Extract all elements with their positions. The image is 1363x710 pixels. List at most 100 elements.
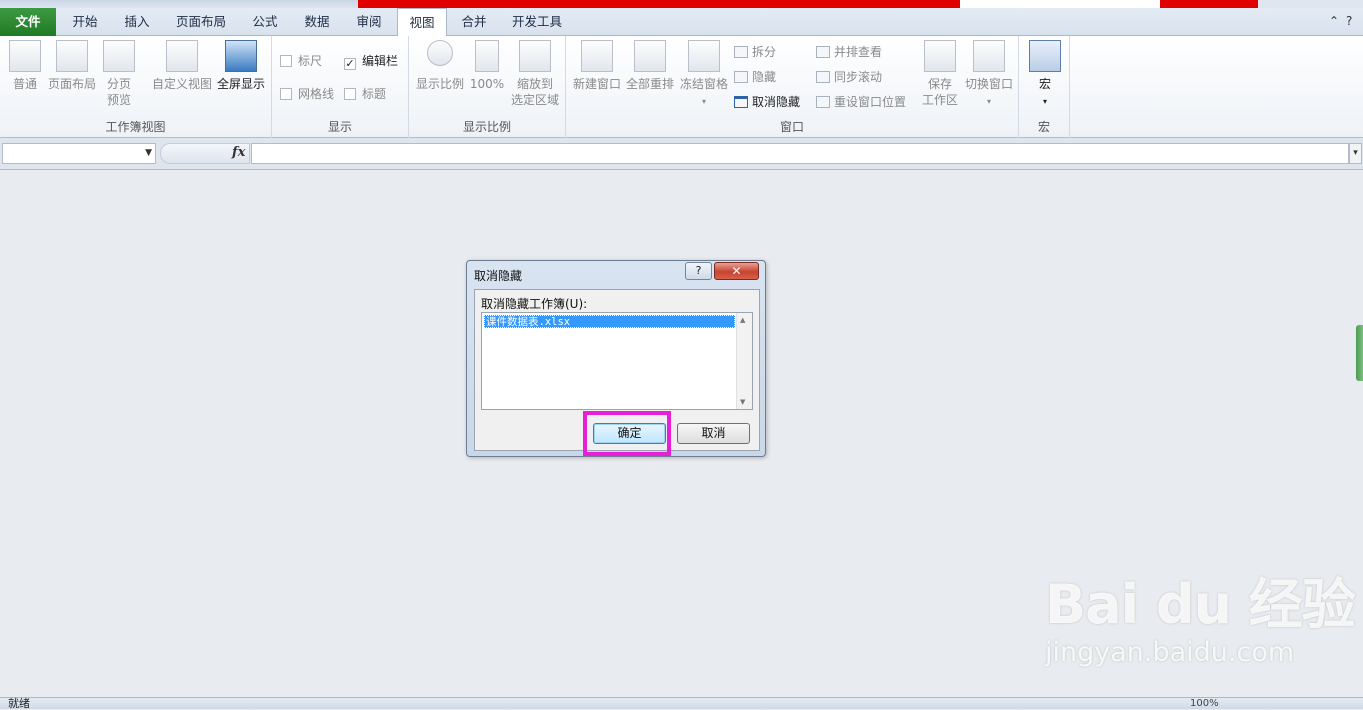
hide-button[interactable]: 隐藏 xyxy=(734,68,776,86)
chevron-down-icon: ▾ xyxy=(701,97,706,106)
reset-position-icon xyxy=(816,96,830,108)
switch-windows-button[interactable]: 切换窗口 ▾ xyxy=(962,40,1016,110)
zoom-selection-icon xyxy=(519,40,551,72)
tab-view[interactable]: 视图 xyxy=(397,8,447,37)
ruler-check-icon[interactable] xyxy=(280,55,292,67)
group-label-show: 显示 xyxy=(327,120,352,134)
grid-icon xyxy=(9,40,41,72)
split-button[interactable]: 拆分 xyxy=(734,43,776,61)
tab-merge[interactable]: 合并 xyxy=(449,8,499,36)
sync-scroll-icon xyxy=(816,71,830,83)
unhide-workbook-label: 取消隐藏工作簿(U): xyxy=(481,297,588,311)
zoom-100-button[interactable]: 100% xyxy=(469,40,505,92)
group-window: 新建窗口 全部重排 冻结窗格 ▾ 拆分 隐藏 取消隐藏 并排查看 同步滚动 重设… xyxy=(566,36,1019,138)
full-screen-button[interactable]: 全屏显示 xyxy=(214,40,268,92)
scroll-down-icon[interactable]: ▼ xyxy=(740,398,745,406)
save-workspace-icon xyxy=(924,40,956,72)
new-window-button[interactable]: 新建窗口 xyxy=(570,40,624,92)
group-label-workbook-views: 工作簿视图 xyxy=(105,120,166,134)
custom-views-icon xyxy=(166,40,198,72)
dialog-title: 取消隐藏 xyxy=(474,269,523,283)
tab-insert[interactable]: 插入 xyxy=(112,8,162,36)
group-label-window: 窗口 xyxy=(779,120,804,134)
macros-button[interactable]: 宏 ▾ xyxy=(1027,40,1063,110)
page-break-preview-button[interactable]: 分页 预览 xyxy=(100,40,138,108)
tab-data[interactable]: 数据 xyxy=(292,8,342,36)
tab-page-layout[interactable]: 页面布局 xyxy=(166,8,236,36)
page-layout-view-button[interactable]: 页面布局 xyxy=(46,40,98,92)
insert-function-icon[interactable]: fx xyxy=(232,145,245,160)
group-macros: 宏 ▾ 宏 xyxy=(1019,36,1070,138)
tab-developer[interactable]: 开发工具 xyxy=(503,8,571,36)
tab-file[interactable]: 文件 xyxy=(0,8,56,36)
ribbon-tab-row: 文件 开始 插入 页面布局 公式 数据 审阅 视图 合并 开发工具 ⌃ ? xyxy=(0,8,1363,37)
chevron-down-icon: ▾ xyxy=(986,97,991,106)
scroll-up-icon[interactable]: ▲ xyxy=(740,316,745,324)
custom-views-button[interactable]: 自定义视图 xyxy=(150,40,214,92)
formula-input[interactable] xyxy=(251,143,1349,164)
unhide-icon xyxy=(734,96,748,108)
normal-view-button[interactable]: 普通 xyxy=(6,40,44,92)
magnifier-icon xyxy=(427,40,453,66)
reset-window-position-button[interactable]: 重设窗口位置 xyxy=(816,93,906,111)
group-show: 标尺 ✓ 编辑栏 网格线 标题 显示 xyxy=(272,36,409,138)
cancel-button[interactable]: 取消 xyxy=(677,423,750,444)
unhide-button[interactable]: 取消隐藏 xyxy=(734,93,800,111)
tab-home[interactable]: 开始 xyxy=(60,8,110,36)
formula-bar-checkbox[interactable]: ✓ 编辑栏 xyxy=(344,52,398,70)
zoom-to-selection-button[interactable]: 缩放到 选定区域 xyxy=(509,40,561,108)
zoom-level[interactable]: 100% xyxy=(1190,698,1219,710)
group-label-zoom: 显示比例 xyxy=(462,120,511,134)
headings-checkbox[interactable]: 标题 xyxy=(344,85,386,103)
close-icon[interactable]: ✕ xyxy=(714,262,759,280)
side-scroll-thumb[interactable] xyxy=(1356,325,1363,381)
headings-check-icon[interactable] xyxy=(344,88,356,100)
arrange-all-button[interactable]: 全部重排 xyxy=(624,40,676,92)
group-workbook-views: 普通 页面布局 分页 预览 自定义视图 全屏显示 工作簿视图 xyxy=(0,36,272,138)
list-item[interactable]: 课件数据表.xlsx xyxy=(484,315,735,328)
tab-formulas[interactable]: 公式 xyxy=(240,8,290,36)
ok-button-highlight xyxy=(583,411,671,456)
page-icon xyxy=(56,40,88,72)
chevron-down-icon: ▾ xyxy=(1042,97,1047,106)
baidu-logo: Bai du 经验 xyxy=(1045,573,1356,636)
group-label-macros: 宏 xyxy=(1037,120,1050,134)
help-icon[interactable]: ? xyxy=(685,262,712,280)
chevron-down-icon[interactable]: ▼ xyxy=(145,148,152,158)
name-box[interactable]: ▼ xyxy=(2,143,156,164)
macro-icon xyxy=(1029,40,1061,72)
help-icon[interactable]: ? xyxy=(1346,14,1352,28)
checkmark-icon[interactable]: ✓ xyxy=(344,58,356,70)
zoom-button[interactable]: 显示比例 xyxy=(415,40,465,92)
synchronous-scrolling-button[interactable]: 同步滚动 xyxy=(816,68,882,86)
title-bar xyxy=(0,0,1363,8)
collapse-ribbon-icon[interactable]: ⌃ xyxy=(1329,14,1339,28)
new-window-icon xyxy=(581,40,613,72)
gridlines-checkbox[interactable]: 网格线 xyxy=(280,85,334,103)
side-by-side-icon xyxy=(816,46,830,58)
zoom-100-icon xyxy=(475,40,499,72)
page-break-icon xyxy=(103,40,135,72)
listbox-scrollbar[interactable]: ▲ ▼ xyxy=(736,313,752,409)
full-screen-icon xyxy=(225,40,257,72)
freeze-panes-button[interactable]: 冻结窗格 ▾ xyxy=(678,40,730,110)
arrange-all-icon xyxy=(634,40,666,72)
expand-formula-bar-icon[interactable]: ▾ xyxy=(1349,143,1362,164)
status-bar: 就绪 100% xyxy=(0,697,1363,710)
freeze-panes-icon xyxy=(688,40,720,72)
view-side-by-side-button[interactable]: 并排查看 xyxy=(816,43,882,61)
group-zoom: 显示比例 100% 缩放到 选定区域 显示比例 xyxy=(409,36,566,138)
quick-access-toolbar[interactable] xyxy=(0,0,360,8)
tab-review[interactable]: 审阅 xyxy=(344,8,394,36)
baidu-watermark: Bai du 经验 jingyan.baidu.com xyxy=(1045,560,1356,668)
switch-windows-icon xyxy=(973,40,1005,72)
gridlines-check-icon[interactable] xyxy=(280,88,292,100)
ruler-checkbox[interactable]: 标尺 xyxy=(280,52,322,70)
split-icon xyxy=(734,46,748,58)
status-ready: 就绪 xyxy=(8,697,30,710)
ime-toolbar[interactable] xyxy=(960,0,1160,8)
save-workspace-button[interactable]: 保存 工作区 xyxy=(918,40,962,108)
watermark-url: jingyan.baidu.com xyxy=(1045,637,1295,668)
formula-bar: ▼ fx ▾ xyxy=(0,138,1363,170)
workbook-listbox[interactable]: 课件数据表.xlsx ▲ ▼ xyxy=(481,312,753,410)
